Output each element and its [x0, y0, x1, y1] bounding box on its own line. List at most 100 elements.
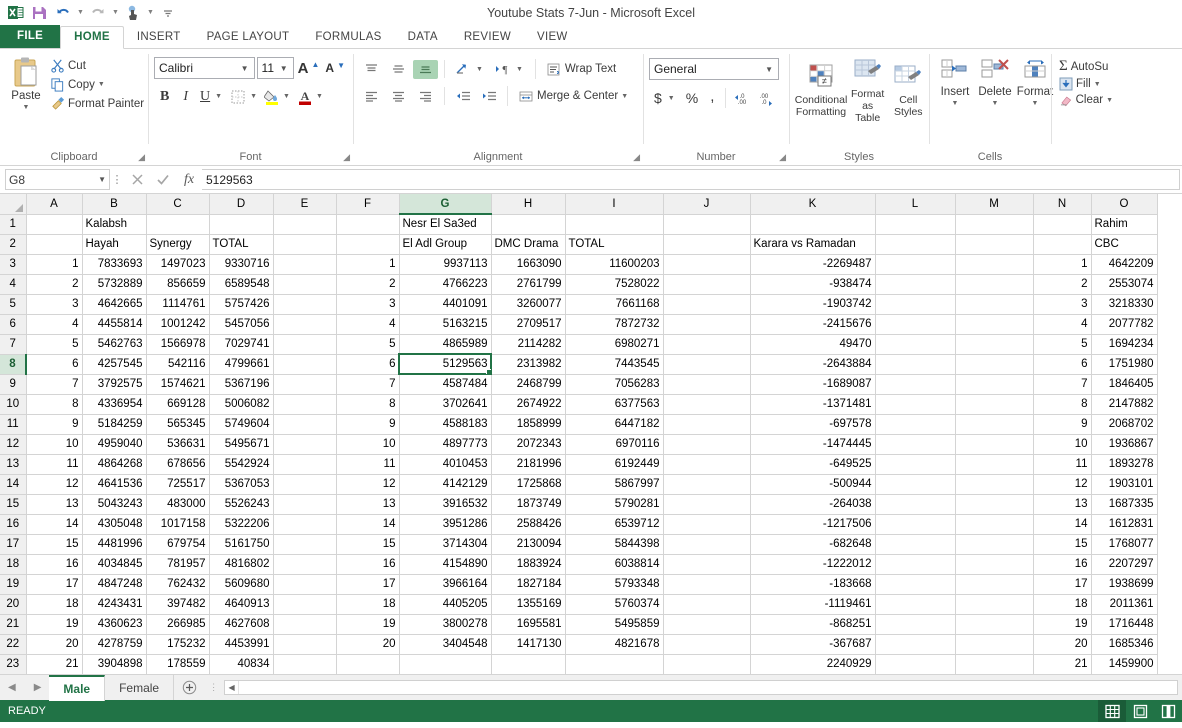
cell-a2[interactable]: [26, 234, 83, 255]
cell-g13[interactable]: 4010453: [399, 454, 492, 475]
cell-e21[interactable]: [273, 614, 337, 635]
cell-j8[interactable]: [663, 354, 751, 375]
cell-h11[interactable]: 1858999: [491, 414, 566, 435]
cell-k19[interactable]: -183668: [750, 574, 876, 595]
cell-l13[interactable]: [875, 454, 956, 475]
cell-g16[interactable]: 3951286: [399, 514, 492, 535]
cell-h14[interactable]: 1725868: [491, 474, 566, 495]
next-sheet-icon[interactable]: ▶: [34, 682, 42, 693]
bold-button[interactable]: B: [154, 88, 175, 106]
cell-k22[interactable]: -367687: [750, 634, 876, 655]
redo-icon[interactable]: [87, 2, 109, 24]
cell-k13[interactable]: -649525: [750, 454, 876, 475]
cell-l19[interactable]: [875, 574, 956, 595]
tab-file[interactable]: FILE: [0, 24, 61, 48]
cell-c17[interactable]: 679754: [146, 534, 210, 555]
cell-e15[interactable]: [273, 494, 337, 515]
delete-cells-button[interactable]: Delete ▼: [975, 55, 1015, 113]
row-header-9[interactable]: 9: [0, 374, 27, 395]
column-header-m[interactable]: M: [955, 194, 1034, 215]
cell-b8[interactable]: 4257545: [82, 354, 147, 375]
copy-dropdown-icon[interactable]: ▼: [98, 81, 105, 88]
cell-d14[interactable]: 5367053: [209, 474, 274, 495]
cell-k20[interactable]: -1119461: [750, 594, 876, 615]
fill-color-button[interactable]: [262, 86, 282, 107]
name-box[interactable]: G8 ▼: [5, 169, 110, 190]
cell-f13[interactable]: 11: [336, 454, 400, 475]
decrease-font-size-button[interactable]: A ▼: [323, 61, 347, 76]
cell-h15[interactable]: 1873749: [491, 494, 566, 515]
fill-dropdown-icon[interactable]: ▼: [1094, 81, 1101, 88]
currency-button[interactable]: $: [649, 89, 667, 107]
cell-e8[interactable]: [273, 354, 337, 375]
enter-icon[interactable]: [150, 169, 176, 191]
font-color-dropdown-icon[interactable]: ▼: [316, 93, 323, 100]
row-header-14[interactable]: 14: [0, 474, 27, 495]
cell-m3[interactable]: [955, 254, 1034, 275]
clear-button[interactable]: Clear ▼: [1057, 92, 1115, 108]
cell-b20[interactable]: 4243431: [82, 594, 147, 615]
row-header-7[interactable]: 7: [0, 334, 27, 355]
cell-j13[interactable]: [663, 454, 751, 475]
save-icon[interactable]: [28, 2, 50, 24]
cell-b23[interactable]: 3904898: [82, 654, 147, 674]
cell-o1[interactable]: Rahim: [1091, 214, 1158, 235]
cell-i2[interactable]: TOTAL: [565, 234, 664, 255]
cell-k21[interactable]: -868251: [750, 614, 876, 635]
table-row[interactable]: 7 5 5462763 1566978 7029741 5 4865989 2114282 69…: [0, 334, 1158, 355]
cell-c3[interactable]: 1497023: [146, 254, 210, 275]
cell-g23[interactable]: [399, 654, 492, 674]
font-color-button[interactable]: A: [295, 86, 315, 107]
table-row[interactable]: 6 4 4455814 1001242 5457056 4 5163215 2709517 78…: [0, 314, 1158, 335]
cell-o19[interactable]: 1938699: [1091, 574, 1158, 595]
table-row[interactable]: 8 6 4257545 542116 4799661 6 5129563 2313982 744…: [0, 353, 1158, 375]
column-header-c[interactable]: C: [146, 194, 210, 215]
table-row[interactable]: 19 17 4847248 762432 5609680 17 3966164 1827184…: [0, 574, 1158, 595]
cell-g8[interactable]: 5129563: [398, 353, 492, 375]
cell-o8[interactable]: 1751980: [1091, 354, 1158, 375]
row-header-2[interactable]: 2: [0, 234, 27, 255]
cell-c1[interactable]: [146, 214, 210, 235]
cell-c23[interactable]: 178559: [146, 654, 210, 674]
cell-b19[interactable]: 4847248: [82, 574, 147, 595]
column-header-e[interactable]: E: [273, 194, 337, 215]
cell-b2[interactable]: Hayah: [82, 234, 147, 255]
cell-l21[interactable]: [875, 614, 956, 635]
cell-d6[interactable]: 5457056: [209, 314, 274, 335]
comma-style-button[interactable]: ,: [704, 88, 720, 108]
row-header-16[interactable]: 16: [0, 514, 27, 535]
row-header-12[interactable]: 12: [0, 434, 27, 455]
column-header-l[interactable]: L: [875, 194, 956, 215]
cell-e11[interactable]: [273, 414, 337, 435]
cell-k16[interactable]: -1217506: [750, 514, 876, 535]
cell-a19[interactable]: 17: [26, 574, 83, 595]
cell-g5[interactable]: 4401091: [399, 294, 492, 315]
cell-d10[interactable]: 5006082: [209, 394, 274, 415]
cell-e20[interactable]: [273, 594, 337, 615]
increase-indent-button[interactable]: [477, 87, 501, 106]
cell-d2[interactable]: TOTAL: [209, 234, 274, 255]
cell-n11[interactable]: 9: [1033, 414, 1092, 435]
cell-n5[interactable]: 3: [1033, 294, 1092, 315]
tab-view[interactable]: VIEW: [524, 27, 581, 48]
delete-dropdown-icon[interactable]: ▼: [992, 98, 999, 110]
table-row[interactable]: 20 18 4243431 397482 4640913 18 4405205 1355169…: [0, 594, 1158, 615]
cell-b17[interactable]: 4481996: [82, 534, 147, 555]
cell-l5[interactable]: [875, 294, 956, 315]
cell-i12[interactable]: 6970116: [565, 434, 664, 455]
cell-a8[interactable]: 6: [26, 354, 83, 375]
tab-page-layout[interactable]: PAGE LAYOUT: [194, 27, 303, 48]
cell-d8[interactable]: 4799661: [209, 354, 274, 375]
cell-o20[interactable]: 2011361: [1091, 594, 1158, 615]
cell-n23[interactable]: 21: [1033, 654, 1092, 674]
cell-o4[interactable]: 2553074: [1091, 274, 1158, 295]
cell-a21[interactable]: 19: [26, 614, 83, 635]
cell-h6[interactable]: 2709517: [491, 314, 566, 335]
cell-n17[interactable]: 15: [1033, 534, 1092, 555]
cell-e12[interactable]: [273, 434, 337, 455]
cell-b6[interactable]: 4455814: [82, 314, 147, 335]
cell-c5[interactable]: 1114761: [146, 294, 210, 315]
increase-font-size-button[interactable]: A ▲: [296, 60, 322, 77]
fill-color-dropdown-icon[interactable]: ▼: [283, 93, 290, 100]
cell-b10[interactable]: 4336954: [82, 394, 147, 415]
